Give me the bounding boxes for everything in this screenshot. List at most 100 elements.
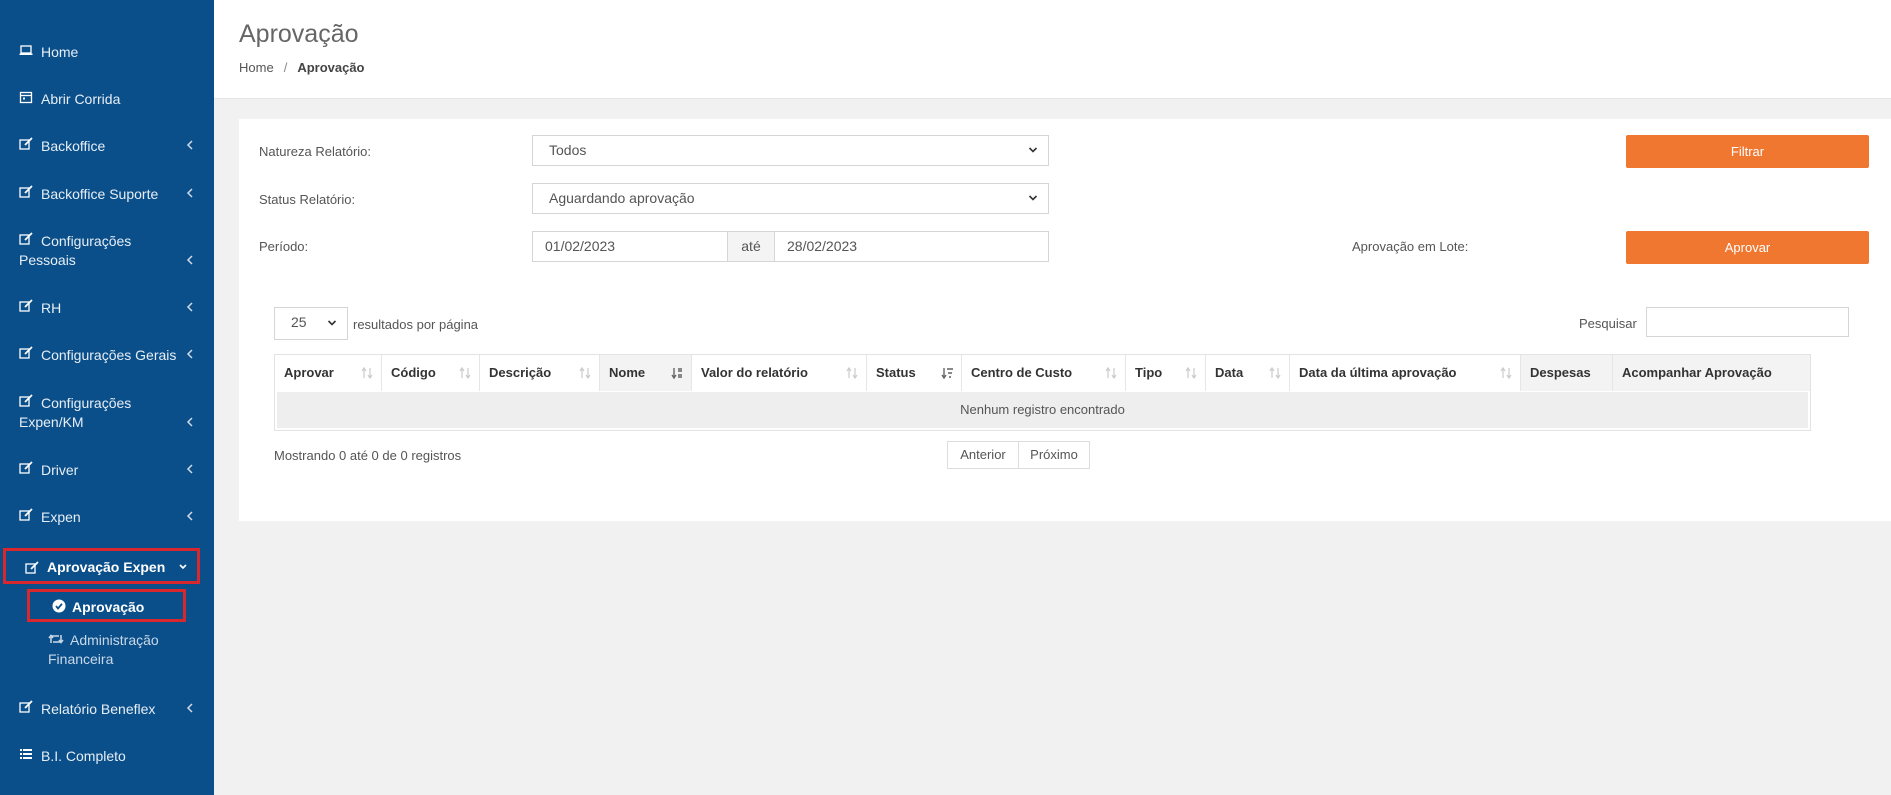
breadcrumb-home[interactable]: Home	[239, 60, 274, 75]
column-header-label: Data	[1215, 365, 1244, 380]
sort-icon	[1185, 366, 1197, 380]
column-header-nome[interactable]: Nome	[600, 355, 692, 391]
column-header-label: Data da última aprovação	[1299, 365, 1457, 380]
edit-icon	[19, 299, 33, 313]
sidebar-item-label: Configurações Gerais	[41, 347, 177, 363]
natureza-select-value: Todos	[549, 142, 587, 158]
edit-icon	[25, 561, 39, 575]
chevron-down-icon	[178, 563, 188, 571]
sort-icon	[1500, 366, 1512, 380]
sidebar-item-label: Backoffice	[41, 138, 106, 154]
sidebar-item-label: RH	[41, 300, 62, 316]
sort-icon	[1269, 366, 1281, 380]
sidebar-item-label: B.I. Completo	[41, 748, 126, 764]
chevron-left-icon	[186, 416, 194, 428]
sidebar-item-label: Driver	[41, 462, 79, 478]
edit-icon	[19, 508, 33, 522]
search-input[interactable]	[1646, 307, 1849, 337]
chevron-down-icon	[327, 318, 337, 328]
column-header-label: Nome	[609, 365, 646, 380]
empty-table-row: Nenhum registro encontrado	[277, 392, 1808, 428]
column-header-aprovar[interactable]: Aprovar	[275, 355, 382, 391]
sidebar-item-label: Home	[41, 44, 79, 60]
column-header-data[interactable]: Data	[1206, 355, 1290, 391]
periodo-end-input[interactable]: 28/02/2023	[774, 231, 1049, 262]
sidebar: Home Abrir Corrida Backoffice Backoffice…	[0, 0, 214, 795]
column-header-tipo[interactable]: Tipo	[1126, 355, 1206, 391]
column-header-label: Status	[876, 365, 916, 380]
edit-icon	[19, 461, 33, 475]
sort-descending-icon	[941, 366, 953, 380]
breadcrumb-current: Aprovação	[297, 60, 365, 75]
calendar-icon	[19, 90, 33, 104]
natureza-label: Natureza Relatório:	[259, 144, 371, 159]
chevron-left-icon	[186, 139, 194, 151]
page-size-select[interactable]: 25	[274, 307, 348, 340]
sidebar-item-label: Expen	[41, 509, 81, 525]
list-icon	[19, 747, 33, 761]
periodo-start-input[interactable]: 01/02/2023	[532, 231, 728, 262]
chevron-left-icon	[186, 348, 194, 360]
column-header-label: Despesas	[1530, 365, 1591, 380]
sidebar-item-aprovacao-expen[interactable]: Aprovação Expen	[3, 548, 200, 584]
sidebar-item-label: Aprovação Expen	[47, 559, 166, 575]
chevron-left-icon	[186, 463, 194, 475]
breadcrumb-separator: /	[283, 60, 288, 75]
sort-icon	[579, 366, 591, 380]
column-header-label: Tipo	[1135, 365, 1163, 380]
sidebar-subitem-label: Aprovação	[72, 599, 145, 615]
filter-button[interactable]: Filtrar	[1626, 135, 1869, 168]
sort-icon	[459, 366, 471, 380]
page-size-value: 25	[291, 314, 307, 330]
column-header-valor[interactable]: Valor do relatório	[692, 355, 867, 391]
chevron-left-icon	[186, 510, 194, 522]
sort-icon	[361, 366, 373, 380]
column-header-status[interactable]: Status	[867, 355, 962, 391]
sidebar-item-label: Abrir Corrida	[41, 91, 121, 107]
edit-icon	[19, 185, 33, 199]
breadcrumb: Home / Aprovação	[239, 60, 365, 75]
sidebar-item-label: Configurações Expen/KM	[19, 395, 132, 430]
chevron-left-icon	[186, 702, 194, 714]
sort-icon	[1105, 366, 1117, 380]
column-header-label: Descrição	[489, 365, 552, 380]
retweet-icon	[48, 633, 64, 645]
chevron-left-icon	[186, 187, 194, 199]
search-label: Pesquisar	[1579, 316, 1637, 331]
column-header-data-ultima-aprovacao[interactable]: Data da última aprovação	[1290, 355, 1521, 391]
pagination-previous[interactable]: Anterior	[947, 441, 1019, 469]
periodo-separator: até	[728, 231, 774, 262]
sidebar-item-label: Relatório Beneflex	[41, 701, 156, 717]
natureza-select[interactable]: Todos	[532, 135, 1049, 166]
sidebar-subitem-label: Administração Financeira	[48, 632, 159, 667]
column-header-label: Acompanhar Aprovação	[1622, 365, 1772, 380]
column-header-centro-custo[interactable]: Centro de Custo	[962, 355, 1126, 391]
column-header-descricao[interactable]: Descrição	[480, 355, 600, 391]
edit-icon	[19, 346, 33, 360]
page-size-label: resultados por página	[353, 317, 479, 332]
column-header-acompanhar-aprovacao: Acompanhar Aprovação	[1613, 355, 1810, 391]
table-info: Mostrando 0 até 0 de 0 registros	[274, 448, 462, 463]
sidebar-subitem-aprovacao[interactable]: Aprovação	[27, 589, 186, 622]
column-header-label: Aprovar	[284, 365, 334, 380]
chevron-down-icon	[1028, 193, 1038, 203]
sidebar-item-label: Configurações Pessoais	[19, 233, 132, 268]
column-header-codigo[interactable]: Código	[382, 355, 480, 391]
status-select-value: Aguardando aprovação	[549, 190, 695, 206]
column-header-despesas: Despesas	[1521, 355, 1613, 391]
pagination-next[interactable]: Próximo	[1018, 441, 1090, 469]
table-header-row: Aprovar Código Descrição Nome Valor do r…	[275, 355, 1810, 391]
periodo-label: Período:	[259, 239, 309, 254]
approval-panel: Natureza Relatório: Todos Filtrar Status…	[239, 119, 1891, 521]
status-select[interactable]: Aguardando aprovação	[532, 183, 1049, 214]
chevron-left-icon	[186, 301, 194, 313]
sort-icon	[846, 366, 858, 380]
chevron-left-icon	[186, 254, 194, 266]
edit-icon	[19, 700, 33, 714]
sidebar-subitem-administracao-financeira[interactable]: Administração Financeira	[48, 631, 198, 669]
chevron-down-icon	[1028, 145, 1038, 155]
edit-icon	[19, 137, 33, 151]
approve-button[interactable]: Aprovar	[1626, 231, 1869, 264]
sort-ascending-icon	[671, 366, 683, 380]
status-label: Status Relatório:	[259, 192, 356, 207]
